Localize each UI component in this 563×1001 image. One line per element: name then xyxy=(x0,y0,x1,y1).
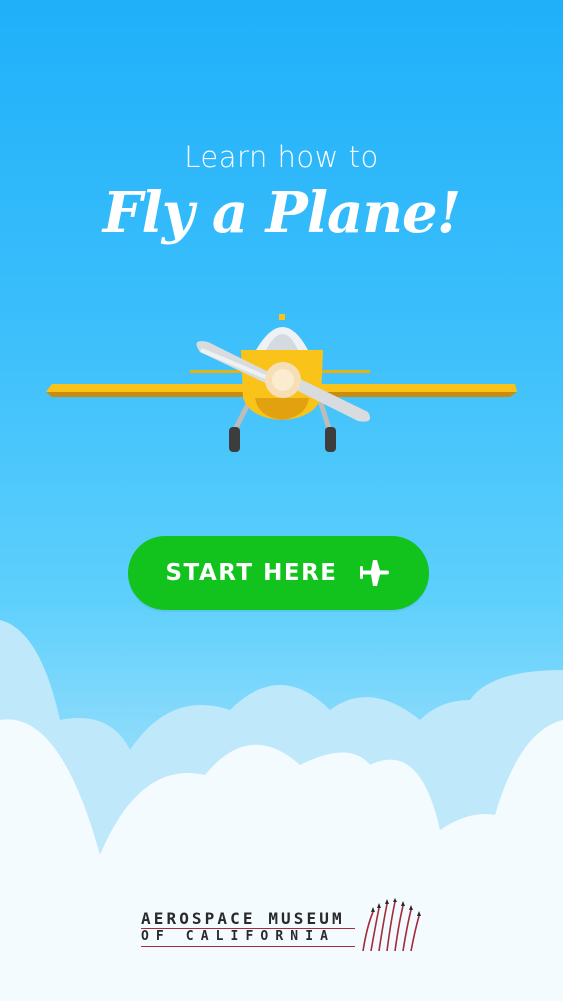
logo-line-2: OF CALIFORNIA xyxy=(141,929,336,944)
aerospace-museum-logo: AEROSPACE MUSEUM OF CALIFORNIA xyxy=(141,898,426,954)
start-here-label: START HERE xyxy=(165,560,338,586)
logo-line-1: AEROSPACE MUSEUM xyxy=(141,909,345,928)
hero-subtitle: Learn how to xyxy=(184,140,379,174)
splash-screen: Learn how to Fly a Plane! START HERE AER… xyxy=(0,0,563,1001)
hero-title: Fly a Plane! xyxy=(102,180,461,246)
plane-icon xyxy=(358,556,392,590)
start-here-button[interactable]: START HERE xyxy=(128,536,429,610)
airplane-illustration xyxy=(46,314,517,452)
jets-formation-icon xyxy=(362,898,421,952)
logo-underline xyxy=(141,946,355,947)
